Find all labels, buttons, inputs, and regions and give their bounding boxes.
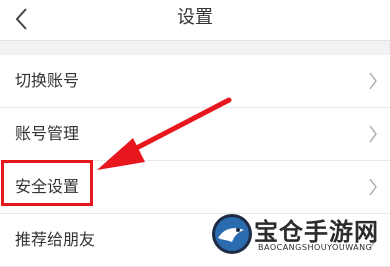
chevron-right-icon xyxy=(369,178,377,196)
page-title: 设置 xyxy=(177,7,213,28)
chevron-right-icon xyxy=(369,231,377,249)
menu-item-label: 切换账号 xyxy=(15,71,80,90)
menu-item-label: 推荐给朋友 xyxy=(15,230,96,249)
settings-list: 切换账号 账号管理 安全设置 推荐给朋友 xyxy=(0,55,390,267)
menu-item-label: 账号管理 xyxy=(15,124,80,143)
menu-item-recommend-to-friends[interactable]: 推荐给朋友 xyxy=(0,214,390,267)
menu-item-label: 安全设置 xyxy=(15,177,80,196)
menu-item-switch-account[interactable]: 切换账号 xyxy=(0,55,390,108)
menu-item-security-settings[interactable]: 安全设置 xyxy=(0,161,390,214)
header-bar: 设置 xyxy=(0,0,390,41)
chevron-right-icon xyxy=(369,125,377,143)
menu-item-account-management[interactable]: 账号管理 xyxy=(0,108,390,161)
chevron-right-icon xyxy=(369,72,377,90)
